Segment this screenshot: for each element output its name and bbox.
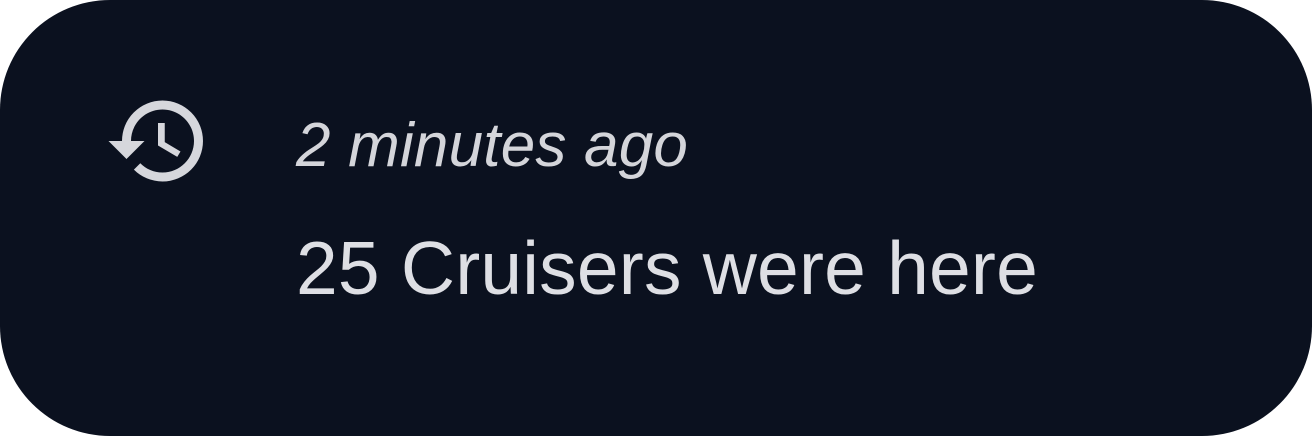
visitor-count-message: 25 Cruisers were here — [296, 226, 1039, 310]
time-ago-label: 2 minutes ago — [296, 111, 689, 180]
recent-visitors-card: 2 minutes ago 25 Cruisers were here — [0, 0, 1312, 436]
history-icon — [104, 87, 212, 195]
